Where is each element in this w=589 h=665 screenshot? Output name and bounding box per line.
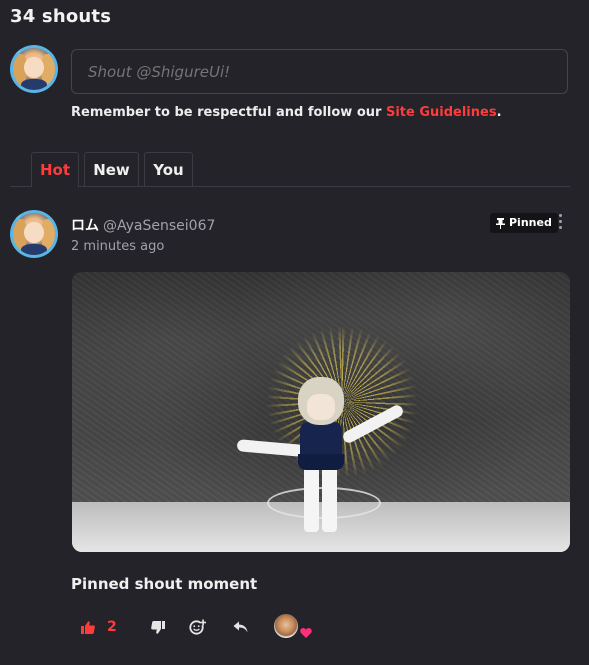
post-actions: 2	[81, 614, 321, 640]
reactor-avatar[interactable]	[274, 614, 298, 638]
add-reaction-icon	[189, 619, 206, 635]
dislike-button[interactable]	[151, 614, 165, 640]
like-count: 2	[107, 619, 117, 635]
post-image[interactable]	[72, 272, 570, 552]
reply-button[interactable]	[233, 614, 248, 640]
tab-you[interactable]: You	[144, 152, 193, 186]
guidelines-suffix: .	[496, 105, 502, 120]
like-button[interactable]: 2	[81, 614, 117, 640]
pinned-badge: Pinned	[490, 213, 558, 233]
thumbs-down-icon	[151, 620, 165, 634]
site-guidelines-link[interactable]: Site Guidelines	[386, 105, 497, 120]
post-author-name[interactable]: ロム	[71, 218, 99, 234]
pin-icon	[496, 217, 505, 229]
shout-input[interactable]	[71, 49, 568, 94]
pinned-label: Pinned	[509, 216, 552, 229]
post-caption: Pinned shout moment	[71, 575, 258, 593]
current-user-avatar[interactable]	[10, 45, 58, 93]
shout-count-title: 34 shouts	[10, 6, 112, 27]
post-author-handle[interactable]: @AyaSensei067	[103, 218, 215, 234]
post-timestamp: 2 minutes ago	[71, 239, 165, 254]
tab-new[interactable]: New	[84, 152, 139, 186]
guidelines-notice: Remember to be respectful and follow our…	[71, 105, 502, 120]
heart-icon	[300, 628, 312, 638]
tab-hot[interactable]: Hot	[31, 152, 79, 187]
post-author-avatar[interactable]	[10, 210, 58, 258]
reply-arrow-icon	[233, 621, 248, 633]
thumbs-up-icon	[81, 620, 95, 634]
add-reaction-button[interactable]	[189, 614, 206, 640]
vertical-ellipsis-icon[interactable]	[557, 214, 563, 232]
post-author[interactable]: ロム @AyaSensei067	[71, 215, 215, 235]
guidelines-prefix: Remember to be respectful and follow our	[71, 105, 386, 120]
